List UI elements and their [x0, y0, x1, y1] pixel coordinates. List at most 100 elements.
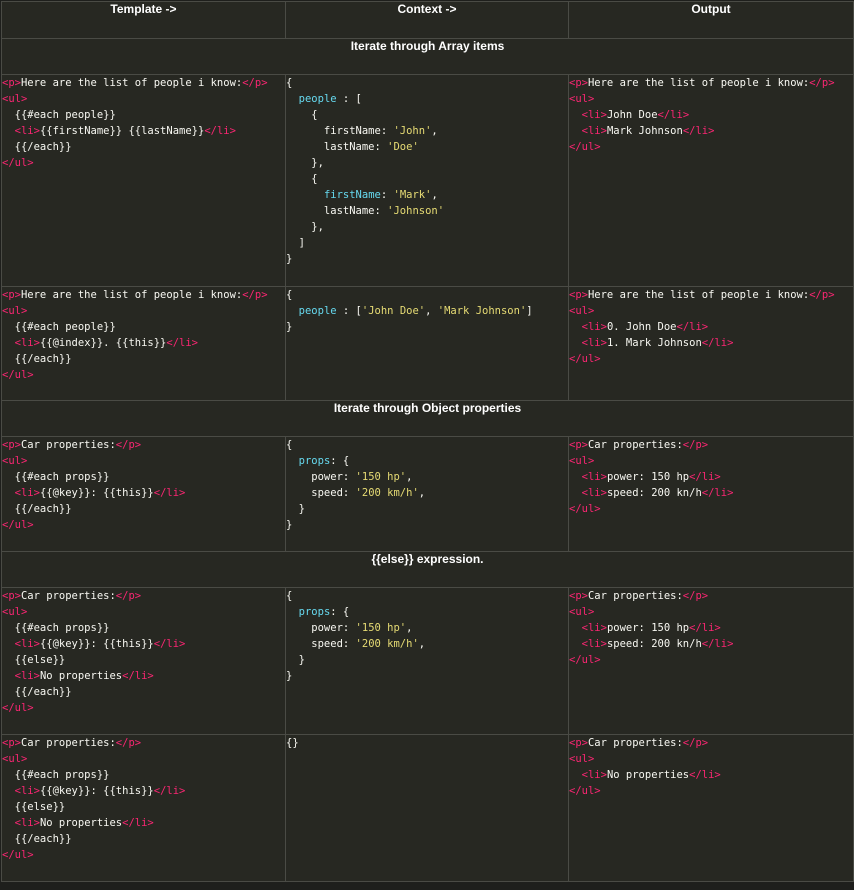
code-line: <p>Here are the list of people i know:</… — [569, 75, 853, 91]
code-token-key: firstName — [323, 189, 381, 201]
code-token-tag: </p> — [809, 77, 835, 89]
code-line: firstName: 'John', — [286, 123, 568, 139]
code-line: <li>speed: 200 kn/h</li> — [569, 636, 853, 652]
code-token-tag: <ul> — [569, 305, 595, 317]
code-line: {{#each props}} — [2, 767, 285, 783]
code-line: {{else}} — [2, 652, 285, 668]
code-line: <li>{{@key}}: {{this}}</li> — [2, 485, 285, 501]
code-line: people : [ — [286, 91, 568, 107]
code-token-plain: : — [380, 189, 394, 201]
code-token-tag: </p> — [115, 737, 142, 749]
code-line: <li>Mark Johnson</li> — [569, 123, 853, 139]
code-line: <p>Car properties:</p> — [569, 735, 853, 751]
code-token-plain: {{#each people}} — [2, 321, 116, 333]
code-token-plain: { — [286, 109, 318, 121]
code-token-tag: <p> — [2, 737, 21, 749]
code-token-tag: <li> — [581, 622, 607, 634]
section-row: Iterate through Array items — [1, 38, 854, 75]
code-line: } — [286, 251, 568, 267]
section-title: Iterate through Object properties — [1, 400, 854, 437]
code-token-key: props — [298, 455, 331, 467]
code-token-tag: <li> — [581, 125, 607, 137]
code-token-plain: Here are the list of people i know: — [587, 77, 810, 89]
code-token-plain: {{@key}}: {{this}} — [39, 638, 154, 650]
code-token-plain: {{@index}}. {{this}} — [39, 337, 167, 349]
code-token-tag: </li> — [701, 337, 734, 349]
header-output: Output — [568, 1, 854, 39]
code-token-plain: } — [286, 321, 293, 333]
code-line: <p>Car properties:</p> — [2, 735, 285, 751]
code-token-str: '200 km/h' — [355, 487, 419, 499]
code-line: { — [286, 437, 568, 453]
code-token-tag: </p> — [115, 590, 142, 602]
code-line: }, — [286, 155, 568, 171]
code-line: {{/each}} — [2, 684, 285, 700]
code-token-plain: power: — [286, 471, 356, 483]
code-token-plain: } — [286, 253, 293, 265]
example-row: <p>Here are the list of people i know:</… — [1, 74, 854, 287]
code-line: <li>No properties</li> — [569, 767, 853, 783]
code-token-tag: <li> — [581, 109, 607, 121]
code-token-plain: 0. John Doe — [606, 321, 677, 333]
code-token-tag: </ul> — [2, 849, 34, 861]
code-token-tag: <li> — [581, 321, 607, 333]
code-token-tag: </li> — [153, 785, 186, 797]
code-token-plain: Car properties: — [587, 590, 683, 602]
section-title: {{else}} expression. — [1, 551, 854, 588]
table-body: Iterate through Array items <p>Here are t… — [1, 38, 854, 882]
code-line: }, — [286, 219, 568, 235]
code-token-plain: Here are the list of people i know: — [20, 77, 243, 89]
context-code-cell: { props: { power: '150 hp', speed: '200 … — [285, 436, 569, 552]
code-line: </ul> — [569, 139, 853, 155]
code-line: </ul> — [2, 367, 285, 383]
code-token-plain: No properties — [39, 670, 123, 682]
code-token-key: people — [298, 93, 337, 105]
header-template: Template -> — [1, 1, 286, 39]
code-token-tag: <ul> — [2, 455, 28, 467]
code-token-tag: <p> — [2, 439, 21, 451]
code-token-tag: <ul> — [2, 305, 28, 317]
code-token-tag: </li> — [689, 471, 721, 483]
code-token-plain: {{/each}} — [2, 353, 72, 365]
code-line: <li>power: 150 hp</li> — [569, 469, 853, 485]
code-token-tag: </li> — [689, 769, 721, 781]
code-line: {{/each}} — [2, 501, 285, 517]
code-token-plain: : [ — [336, 305, 362, 317]
code-token-plain: 1. Mark Johnson — [606, 337, 702, 349]
code-token-plain: } — [286, 503, 305, 515]
code-token-plain: Car properties: — [587, 737, 683, 749]
code-line: speed: '200 km/h', — [286, 485, 568, 501]
code-token-tag: </li> — [657, 109, 690, 121]
code-token-tag: </ul> — [2, 369, 34, 381]
code-line: </ul> — [2, 517, 285, 533]
code-token-tag: <ul> — [569, 455, 595, 467]
code-line: <li>1. Mark Johnson</li> — [569, 335, 853, 351]
code-token-tag: </p> — [809, 289, 835, 301]
code-token-plain: { — [286, 590, 293, 602]
code-token-tag: <li> — [14, 638, 40, 650]
code-token-tag: <li> — [14, 125, 40, 137]
code-token-tag: <ul> — [569, 93, 595, 105]
code-line: } — [286, 668, 568, 684]
code-token-plain: , — [418, 638, 426, 650]
code-line: } — [286, 319, 568, 335]
code-token-tag: <p> — [2, 289, 21, 301]
code-token-plain: {{#each people}} — [2, 109, 116, 121]
code-line: <p>Car properties:</p> — [569, 437, 853, 453]
code-line: </ul> — [2, 155, 285, 171]
code-token-str: '200 km/h' — [355, 638, 419, 650]
code-token-str: 'Mark' — [393, 189, 432, 201]
context-code-cell: { people : ['John Doe', 'Mark Johnson']} — [285, 286, 569, 401]
code-token-plain: : { — [330, 455, 350, 467]
code-line: <ul> — [2, 751, 285, 767]
code-token-tag: </li> — [682, 125, 715, 137]
code-token-plain: Car properties: — [20, 590, 116, 602]
